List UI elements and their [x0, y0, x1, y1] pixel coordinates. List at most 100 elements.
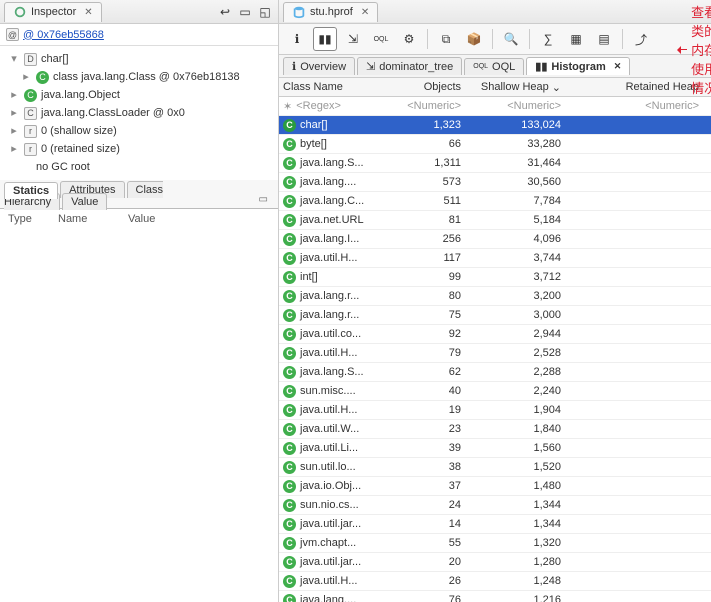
- tree-row[interactable]: ▸Cclass java.lang.Class @ 0x76eb18138: [0, 68, 278, 86]
- filter-icon[interactable]: ▤: [592, 27, 616, 51]
- table-row[interactable]: Cjava.lang.I...2564,096: [279, 230, 711, 249]
- table-row[interactable]: Cjava.io.Obj...371,480: [279, 477, 711, 496]
- table-row[interactable]: Cjava.util.Li...391,560: [279, 439, 711, 458]
- cell-shallow: 1,344: [469, 518, 569, 530]
- close-icon[interactable]: ✕: [361, 7, 369, 18]
- table-row[interactable]: Cjava.util.H...191,904: [279, 401, 711, 420]
- hprof-tab[interactable]: stu.hprof ✕: [283, 2, 378, 22]
- cell-shallow: 1,560: [469, 442, 569, 454]
- close-icon[interactable]: ✕: [84, 7, 92, 18]
- tree-row[interactable]: no GC root: [0, 158, 278, 176]
- table-row[interactable]: Cjvm.chapt...551,320: [279, 534, 711, 553]
- filter-row[interactable]: ✶<Regex> <Numeric> <Numeric> <Numeric>: [279, 97, 711, 116]
- cell-objects: 26: [389, 575, 469, 587]
- cell-shallow: 133,024: [469, 119, 569, 131]
- table-row[interactable]: Cjava.lang.C...5117,784: [279, 192, 711, 211]
- subtab-statics[interactable]: Statics: [4, 182, 58, 199]
- col-objects[interactable]: Objects: [389, 81, 469, 93]
- table-row[interactable]: Cjava.lang....57330,560: [279, 173, 711, 192]
- info-icon[interactable]: ℹ: [285, 27, 309, 51]
- class-icon: C: [283, 518, 296, 531]
- expand-toggle[interactable]: ▸: [8, 123, 20, 139]
- tab-dominator_tree[interactable]: ⇲dominator_tree: [357, 57, 462, 75]
- table-row[interactable]: Cjava.util.H...1173,744: [279, 249, 711, 268]
- class-name: int[]: [300, 271, 318, 283]
- restore-icon[interactable]: ◱: [256, 3, 274, 21]
- group-icon[interactable]: ⧉: [434, 27, 458, 51]
- sort-desc-icon: ⌄: [552, 81, 561, 94]
- histogram-icon[interactable]: ▮▮: [313, 27, 337, 51]
- inspector-subtabs: StaticsAttributesClass HierarchyValue ▭: [0, 180, 278, 209]
- expand-toggle[interactable]: ▸: [20, 69, 32, 85]
- expand-toggle[interactable]: ▸: [8, 141, 20, 157]
- close-icon[interactable]: ✕: [614, 61, 622, 72]
- cell-shallow: 1,520: [469, 461, 569, 473]
- nav-back-icon[interactable]: ↩: [216, 3, 234, 21]
- cell-objects: 92: [389, 328, 469, 340]
- subtab-value[interactable]: Value: [62, 193, 107, 210]
- class-name: java.lang....: [300, 176, 356, 188]
- table-row[interactable]: Cjava.util.jar...141,344: [279, 515, 711, 534]
- table-row[interactable]: Csun.util.lo...381,520: [279, 458, 711, 477]
- col-value[interactable]: Value: [128, 213, 270, 225]
- tree-row[interactable]: ▸Cjava.lang.ClassLoader @ 0x0: [0, 104, 278, 122]
- table-row[interactable]: Cint[]993,712: [279, 268, 711, 287]
- calc-icon[interactable]: ∑: [536, 27, 560, 51]
- table-icon[interactable]: ▦: [564, 27, 588, 51]
- analysis-toolbar: ℹ▮▮⇲OQL⚙ ⧉📦 🔍 ∑▦▤ ⤴: [279, 24, 711, 55]
- table-row[interactable]: Cjava.util.H...261,248: [279, 572, 711, 591]
- table-row[interactable]: Cjava.lang.S...1,31131,464: [279, 154, 711, 173]
- class-name: java.util.H...: [300, 252, 357, 264]
- package-icon[interactable]: 📦: [462, 27, 486, 51]
- tab-overview[interactable]: ℹOverview: [283, 57, 355, 75]
- tree-row[interactable]: ▸r0 (retained size): [0, 140, 278, 158]
- table-row[interactable]: Cjava.util.co...922,944: [279, 325, 711, 344]
- tree-row[interactable]: ▸Cjava.lang.Object: [0, 86, 278, 104]
- cell-objects: 573: [389, 176, 469, 188]
- table-row[interactable]: Cjava.lang.r...803,200: [279, 287, 711, 306]
- class-name: java.lang....: [300, 594, 356, 602]
- expand-toggle[interactable]: ▾: [8, 51, 20, 67]
- table-row[interactable]: Cjava.lang.S...622,288: [279, 363, 711, 382]
- object-address[interactable]: @ 0x76eb55868: [23, 29, 104, 41]
- class-name: jvm.chapt...: [300, 537, 356, 549]
- inspector-tab[interactable]: Inspector ✕: [4, 2, 102, 22]
- table-row[interactable]: Csun.nio.cs...241,344: [279, 496, 711, 515]
- tab-histogram[interactable]: ▮▮Histogram✕: [526, 57, 630, 75]
- col-shallowheap[interactable]: Shallow Heap ⌄: [469, 81, 569, 94]
- class-name: sun.misc....: [300, 385, 356, 397]
- popout-icon[interactable]: ▭: [253, 194, 274, 205]
- class-name: java.util.jar...: [300, 556, 361, 568]
- table-row[interactable]: Cjava.lang.r...753,000: [279, 306, 711, 325]
- table-row[interactable]: Csun.misc....402,240: [279, 382, 711, 401]
- col-retainedheap[interactable]: Retained Heap: [569, 81, 711, 93]
- expand-toggle[interactable]: ▸: [8, 87, 20, 103]
- tab-oql[interactable]: OQLOQL: [464, 58, 524, 75]
- export-icon[interactable]: ⤴: [629, 27, 653, 51]
- table-row[interactable]: Cbyte[]6633,280: [279, 135, 711, 154]
- table-row[interactable]: Cjava.net.URL815,184: [279, 211, 711, 230]
- table-row[interactable]: Cjava.util.jar...201,280: [279, 553, 711, 572]
- cell-objects: 81: [389, 214, 469, 226]
- table-row[interactable]: Cchar[]1,323133,024: [279, 116, 711, 135]
- tree-icon[interactable]: ⇲: [341, 27, 365, 51]
- cell-shallow: 1,840: [469, 423, 569, 435]
- oql-icon[interactable]: OQL: [369, 27, 393, 51]
- table-row[interactable]: Cjava.util.H...792,528: [279, 344, 711, 363]
- col-classname[interactable]: Class Name: [279, 81, 389, 93]
- statics-header: Type Name Value: [0, 213, 278, 225]
- tree-node-icon: r: [24, 125, 37, 138]
- cell-objects: 37: [389, 480, 469, 492]
- col-name[interactable]: Name: [58, 213, 128, 225]
- col-type[interactable]: Type: [8, 213, 58, 225]
- table-row[interactable]: Cjava.util.W...231,840: [279, 420, 711, 439]
- gear-icon[interactable]: ⚙: [397, 27, 421, 51]
- search-icon[interactable]: 🔍: [499, 27, 523, 51]
- minimize-icon[interactable]: ▭: [236, 3, 254, 21]
- class-name: java.lang.r...: [300, 290, 359, 302]
- tree-row[interactable]: ▾Dchar[]: [0, 50, 278, 68]
- cell-objects: 19: [389, 404, 469, 416]
- tree-row[interactable]: ▸r0 (shallow size): [0, 122, 278, 140]
- expand-toggle[interactable]: ▸: [8, 105, 20, 121]
- table-row[interactable]: Cjava.lang....761,216: [279, 591, 711, 602]
